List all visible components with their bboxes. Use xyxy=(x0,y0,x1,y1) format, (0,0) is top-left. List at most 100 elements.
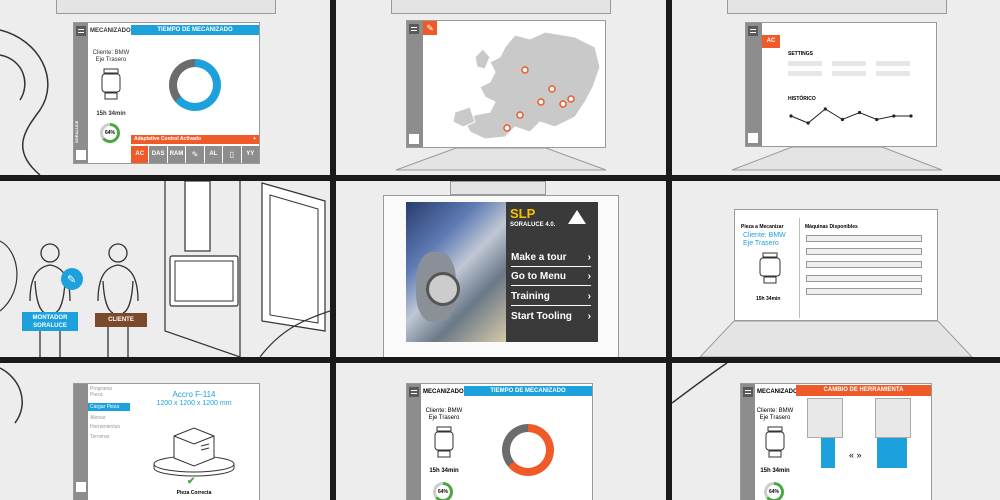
step-alinear[interactable]: Alinear xyxy=(90,415,106,421)
status-bar: Adaptative Control Activado + xyxy=(131,135,259,144)
menu-icon[interactable] xyxy=(76,26,86,36)
history-point xyxy=(823,107,827,111)
chevron-right-icon: › xyxy=(587,252,591,263)
brand-label: SORALUCE xyxy=(74,120,79,144)
monitor-screen: AC SETTINGS HISTÓRICO xyxy=(745,22,937,147)
client-part: Eje Trasero xyxy=(428,415,460,421)
menu-start-tooling[interactable]: Start Tooling › xyxy=(511,311,591,325)
ac-button[interactable]: AC xyxy=(131,146,149,163)
client-name: Cliente: BMW xyxy=(756,408,794,414)
pencil-icon: ✎ xyxy=(191,150,199,159)
tool-button[interactable]: ✎ xyxy=(186,146,204,163)
bottom-toolbar: AC DAS RAM ✎ AL ▯ YY xyxy=(131,146,259,163)
part-dimensions: 1200 x 1200 x 1200 mm xyxy=(156,400,232,407)
setting-field[interactable] xyxy=(788,71,822,76)
history-point xyxy=(840,117,845,122)
machine-list-item[interactable] xyxy=(806,261,922,268)
setting-field[interactable] xyxy=(832,61,866,66)
chevron-right-icon: › xyxy=(587,291,591,302)
part-on-table-illustration xyxy=(153,427,235,477)
monitor-base xyxy=(731,147,943,171)
step-programa[interactable]: Programa Pieza xyxy=(90,386,120,398)
wrench-icon: ✎ xyxy=(426,23,434,33)
percent-label: 64% xyxy=(104,130,115,136)
client-part: Eje Trasero xyxy=(759,415,791,421)
header-title: TIEMPO DE MECANIZADO xyxy=(131,25,259,35)
location-marker[interactable] xyxy=(559,100,567,108)
monitor-screen: ✎ xyxy=(406,20,606,148)
location-marker[interactable] xyxy=(537,98,545,106)
tool-new[interactable] xyxy=(877,438,907,468)
machining-time: 15h 34min xyxy=(760,468,790,474)
soraluce-logo-icon xyxy=(568,210,586,224)
tab-ac[interactable]: AC xyxy=(762,35,780,48)
machine-list-item[interactable] xyxy=(806,275,922,282)
history-point xyxy=(806,121,810,125)
tool-old[interactable] xyxy=(821,438,835,468)
history-line-chart xyxy=(789,107,913,125)
step-cargar[interactable]: Cargar Pieza xyxy=(88,403,130,411)
role-badge-montador[interactable]: MONTADOR SORALUCE xyxy=(22,312,78,331)
app-title: SLP xyxy=(510,206,536,221)
location-marker[interactable] xyxy=(548,85,556,93)
monitor-screen: SORALUCE MECANIZADO TIEMPO DE MECANIZADO… xyxy=(73,22,260,164)
monitor-base xyxy=(395,148,607,171)
machine-list-item[interactable] xyxy=(806,235,922,242)
svg-text:✎: ✎ xyxy=(67,273,76,286)
machining-time: 15h 34min xyxy=(96,111,126,117)
monitor-screen: MECANIZADO CAMBIO DE HERRAMIENTA Cliente… xyxy=(740,383,932,500)
al-button[interactable]: AL xyxy=(204,146,223,163)
menu-training[interactable]: Training › xyxy=(511,291,591,306)
machining-time: 15h 34min xyxy=(429,468,459,474)
panel-tool-change: MECANIZADO CAMBIO DE HERRAMIENTA Cliente… xyxy=(672,363,1000,500)
machine-list-item[interactable] xyxy=(806,248,922,255)
person-figure xyxy=(29,243,139,357)
europe-map xyxy=(452,31,601,140)
das-button[interactable]: DAS xyxy=(149,146,167,163)
yy-button[interactable]: YY xyxy=(241,146,259,163)
part-icon xyxy=(765,426,785,458)
history-point xyxy=(909,114,913,118)
client-name: Cliente: BMW xyxy=(92,50,130,56)
part-icon xyxy=(101,68,121,100)
menu-icon[interactable] xyxy=(748,26,758,36)
panel-settings: AC SETTINGS HISTÓRICO xyxy=(672,0,1000,175)
machines-title: Máquinas Disponibles xyxy=(805,224,858,230)
header-left: MECANIZADO xyxy=(423,389,464,395)
setting-field[interactable] xyxy=(832,71,866,76)
machine-list-item[interactable] xyxy=(806,288,922,295)
header-left: MECANIZADO xyxy=(757,389,798,395)
chevron-right-icon: › xyxy=(587,271,591,282)
menu-icon[interactable] xyxy=(409,387,419,397)
monitor-frame: SLP SORALUCE 4.0. Make a tour › Go to Men… xyxy=(383,195,619,357)
location-marker[interactable] xyxy=(521,66,529,74)
history-point xyxy=(789,114,793,118)
trash-button[interactable]: ▯ xyxy=(223,146,241,163)
step-herramientas[interactable]: Herramientas xyxy=(90,424,120,430)
swap-arrows-icon[interactable]: « » xyxy=(849,450,862,460)
role-badge-cliente[interactable]: CLIENTE xyxy=(95,313,147,327)
menu-go-to-menu[interactable]: Go to Menu › xyxy=(511,271,591,286)
menu-make-tour[interactable]: Make a tour › xyxy=(511,252,591,267)
menu-icon[interactable] xyxy=(409,24,419,34)
settings-title: SETTINGS xyxy=(788,51,814,57)
hero-image xyxy=(406,202,506,342)
soraluce-logo-icon xyxy=(76,482,86,492)
setting-field[interactable] xyxy=(788,61,822,66)
menu-icon[interactable] xyxy=(743,387,753,397)
location-marker[interactable] xyxy=(567,95,575,103)
tool-holder-left xyxy=(807,398,843,438)
setting-field[interactable] xyxy=(876,61,910,66)
app-subtitle: SORALUCE 4.0. xyxy=(510,222,556,228)
check-icon: ✔ xyxy=(187,476,196,487)
setting-field[interactable] xyxy=(876,71,910,76)
location-marker[interactable] xyxy=(503,124,511,132)
panel-slp-menu: SLP SORALUCE 4.0. Make a tour › Go to Men… xyxy=(336,181,666,357)
panel-load-part: Programa Pieza Cargar Pieza Alinear Herr… xyxy=(0,363,330,500)
client-name: Cliente: BMW xyxy=(425,408,463,414)
machining-time: 15h 34min xyxy=(756,296,781,302)
ram-button[interactable]: RAM xyxy=(167,146,186,163)
step-terminar[interactable]: Terminar xyxy=(90,434,109,440)
location-marker[interactable] xyxy=(516,111,524,119)
panel-map: ✎ xyxy=(336,0,666,175)
